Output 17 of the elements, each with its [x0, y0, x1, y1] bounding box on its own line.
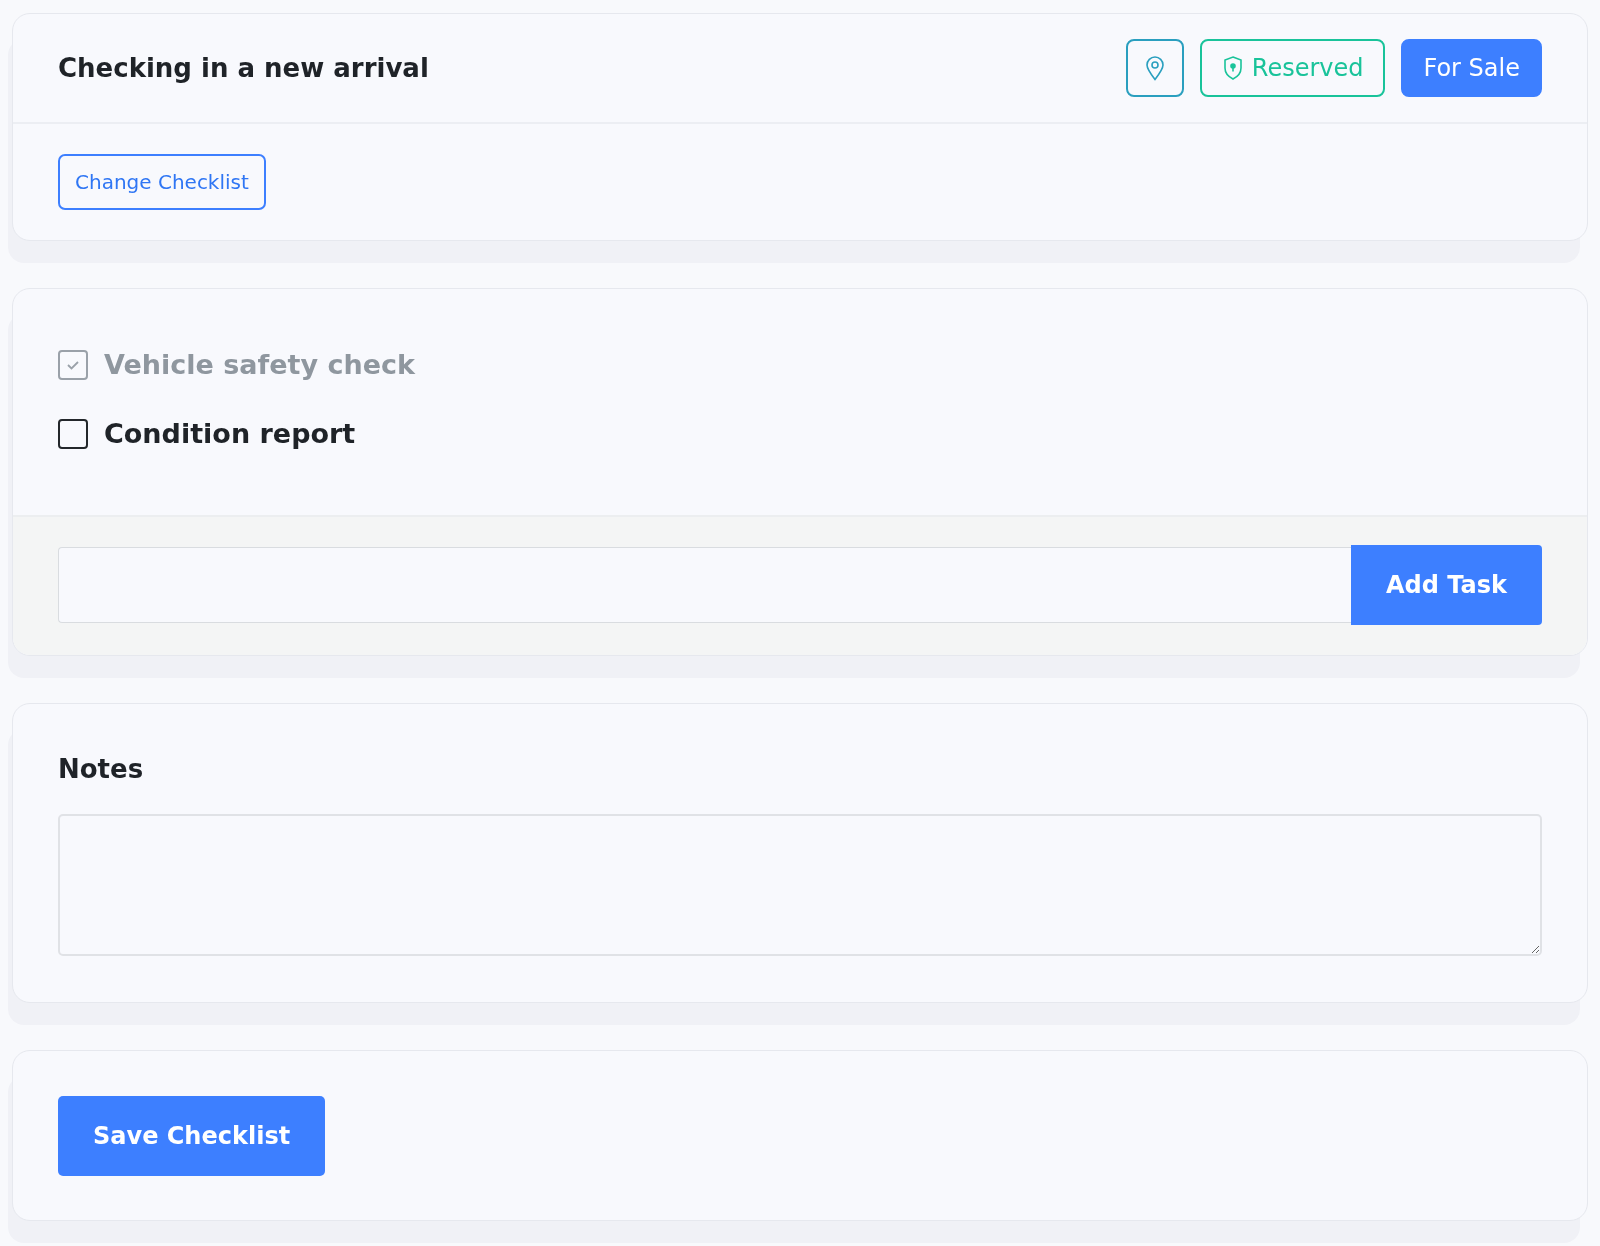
- notes-field[interactable]: [58, 814, 1542, 956]
- location-button[interactable]: [1125, 39, 1184, 97]
- notes-heading: Notes: [58, 754, 145, 784]
- check-icon: [65, 358, 81, 371]
- location-pin-icon: [1144, 55, 1165, 81]
- task-label: Vehicle safety check: [104, 349, 415, 380]
- page-title: Checking in a new arrival: [58, 53, 429, 83]
- for-sale-button[interactable]: For Sale: [1401, 39, 1542, 97]
- checkbox[interactable]: [58, 418, 88, 449]
- checkbox[interactable]: [58, 349, 88, 380]
- change-checklist-button[interactable]: Change Checklist: [58, 154, 266, 210]
- reserved-button[interactable]: Reserved: [1199, 39, 1386, 97]
- task-input[interactable]: [58, 547, 1351, 623]
- task-label: Condition report: [104, 418, 356, 449]
- shield-lock-icon: [1221, 55, 1244, 81]
- add-task-button[interactable]: Add Task: [1351, 545, 1542, 625]
- save-checklist-button[interactable]: Save Checklist: [58, 1096, 326, 1176]
